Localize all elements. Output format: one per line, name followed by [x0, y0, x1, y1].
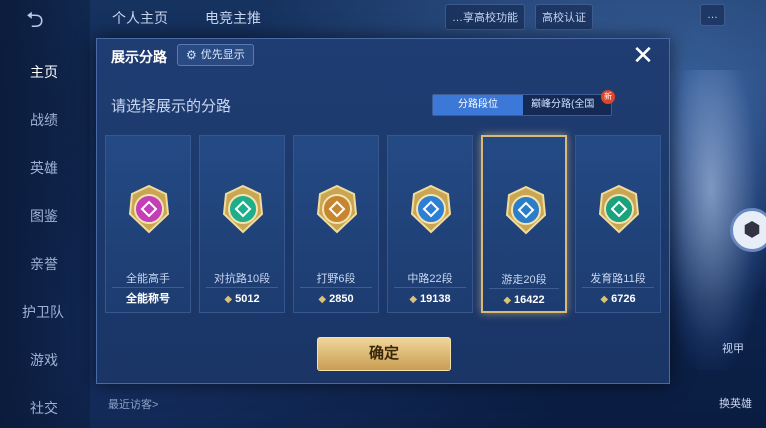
lane-card-list: 全能高手 全能称号 对抗路10段 ◆ 5012 打野6段 ◆ 2850 中路22段 ◆ 19138 游… — [105, 135, 665, 315]
nav-item-home[interactable]: 主页 — [30, 62, 58, 82]
dialog-subtitle: 请选择展示的分路 — [111, 98, 232, 115]
lane-card[interactable]: 发育路11段 ◆ 6726 — [575, 135, 661, 313]
lane-card[interactable]: 中路22段 ◆ 19138 — [387, 135, 473, 313]
lane-card-name: 打野6段 — [316, 273, 356, 285]
lane-card[interactable]: 游走20段 ◆ 16422 — [481, 135, 567, 313]
tab-profile[interactable]: 个人主页 — [112, 8, 168, 28]
lane-card-value: 16422 — [514, 294, 545, 306]
tab-peak-lane-label: 巅峰分路(全国 — [531, 99, 595, 110]
recent-visitors-link[interactable]: 最近访客> — [108, 396, 158, 412]
lane-card-value-row: 全能称号 — [112, 287, 184, 309]
priority-display-label: 优先显示 — [200, 49, 245, 61]
nav-item-game[interactable]: 游戏 — [30, 350, 58, 370]
lane-card-name: 全能高手 — [126, 273, 170, 285]
close-icon[interactable]: ✕ — [629, 41, 657, 69]
all-round-emblem-icon — [126, 184, 172, 234]
school-feature-tip[interactable]: …享高校功能 — [445, 4, 525, 30]
lane-card-value: 5012 — [235, 293, 260, 305]
back-arrow-icon[interactable]: ⮌ — [26, 8, 66, 32]
lane-card-name: 发育路11段 — [590, 273, 646, 285]
lane-card[interactable]: 对抗路10段 ◆ 5012 — [199, 135, 285, 313]
lane-card-value-row: ◆ 19138 — [394, 287, 466, 309]
lane-card-value-row: ◆ 6726 — [582, 287, 654, 309]
lane-card-value: 6726 — [611, 293, 636, 305]
confirm-button[interactable]: 确定 — [317, 337, 451, 371]
lane-card-value: 2850 — [329, 293, 354, 305]
change-hero-label[interactable]: 换英雄 — [719, 395, 752, 411]
roam-emblem-icon — [503, 185, 549, 235]
left-navigation: ⮌ 主页 战绩 英雄 图鉴 亲誉 护卫队 游戏 社交 — [0, 0, 90, 428]
nav-item-social[interactable]: 社交 — [30, 398, 58, 418]
priority-display-button[interactable]: ⚙ 优先显示 — [177, 44, 254, 66]
lane-card-value: 19138 — [420, 293, 451, 305]
clash-lane-emblem-icon — [220, 184, 266, 234]
school-cert-button[interactable]: 高校认证 — [535, 4, 593, 30]
lane-card[interactable]: 全能高手 全能称号 — [105, 135, 191, 313]
lane-card-value: 全能称号 — [126, 293, 170, 305]
mid-lane-emblem-icon — [408, 184, 454, 234]
tab-lane-rank[interactable]: 分路段位 — [433, 95, 523, 115]
nav-item-guard[interactable]: 护卫队 — [22, 302, 64, 322]
nav-item-heroes[interactable]: 英雄 — [30, 158, 58, 178]
lane-card-name: 对抗路10段 — [213, 273, 271, 285]
star-icon: ◆ — [503, 295, 512, 306]
top-right-extra[interactable]: … — [700, 4, 725, 26]
side-hexagon-icon[interactable]: ⬢ — [730, 208, 766, 252]
lane-card-value-row: ◆ 16422 — [489, 288, 559, 310]
mode-segment-control: 分路段位 巅峰分路(全国 新 — [432, 90, 615, 116]
skin-label[interactable]: 视甲 — [722, 340, 744, 356]
nav-item-honor[interactable]: 亲誉 — [30, 254, 58, 274]
gear-icon: ⚙ — [186, 48, 197, 62]
lane-card-value-row: ◆ 2850 — [300, 287, 372, 309]
tab-esports[interactable]: 电竞主推 — [205, 8, 261, 28]
lane-card-name: 游走20段 — [501, 274, 547, 286]
lane-card[interactable]: 打野6段 ◆ 2850 — [293, 135, 379, 313]
nav-item-record[interactable]: 战绩 — [30, 110, 58, 130]
lane-display-dialog: 展示分路 ⚙ 优先显示 ✕ 请选择展示的分路 分路段位 巅峰分路(全国 新 全能… — [96, 38, 670, 384]
farm-lane-emblem-icon — [596, 184, 642, 234]
nav-item-atlas[interactable]: 图鉴 — [30, 206, 58, 226]
tab-peak-lane[interactable]: 巅峰分路(全国 新 — [523, 90, 615, 115]
new-badge: 新 — [601, 90, 615, 104]
lane-card-value-row: ◆ 5012 — [206, 287, 278, 309]
jungle-emblem-icon — [314, 184, 360, 234]
star-icon: ◆ — [600, 294, 609, 305]
star-icon: ◆ — [409, 294, 418, 305]
dialog-title: 展示分路 — [111, 49, 167, 65]
star-icon: ◆ — [318, 294, 327, 305]
star-icon: ◆ — [224, 294, 233, 305]
lane-card-name: 中路22段 — [407, 273, 453, 285]
